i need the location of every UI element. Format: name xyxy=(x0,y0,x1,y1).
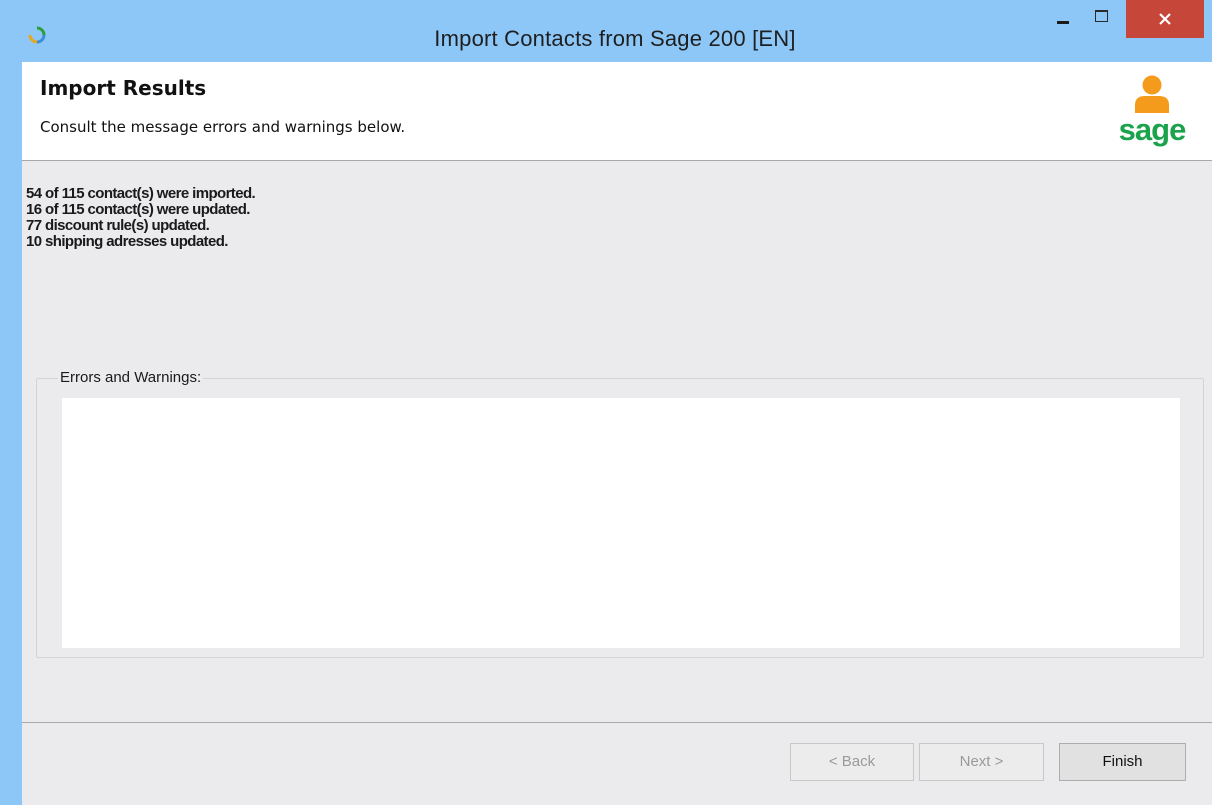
sage-logo-text: sage xyxy=(1118,112,1187,147)
maximize-icon xyxy=(1094,10,1108,22)
finish-button[interactable]: Finish xyxy=(1059,743,1186,781)
minimize-icon xyxy=(1057,20,1069,24)
summary-line-imported: 54 of 115 contact(s) were imported. xyxy=(26,185,256,202)
wizard-header: Import Results Consult the message error… xyxy=(22,62,1212,161)
title-bar[interactable]: Import Contacts from Sage 200 [EN] xyxy=(0,0,1212,62)
sage-person-icon xyxy=(1135,75,1169,113)
page-title: Import Results xyxy=(40,76,207,100)
errors-warnings-list[interactable] xyxy=(62,398,1180,648)
summary-line-shipping-addresses: 10 shipping adresses updated. xyxy=(26,233,228,250)
errors-warnings-label: Errors and Warnings: xyxy=(58,369,204,386)
maximize-button[interactable] xyxy=(1088,0,1114,36)
close-icon xyxy=(1159,13,1171,25)
summary-line-updated: 16 of 115 contact(s) were updated. xyxy=(26,201,250,218)
next-button[interactable]: Next > xyxy=(919,743,1044,781)
back-button[interactable]: < Back xyxy=(790,743,914,781)
sage-logo: sage xyxy=(1112,75,1192,155)
footer-separator xyxy=(22,722,1212,723)
summary-line-discount-rules: 77 discount rule(s) updated. xyxy=(26,217,210,234)
window-title: Import Contacts from Sage 200 [EN] xyxy=(434,26,796,51)
close-button[interactable] xyxy=(1126,0,1204,38)
import-wizard-window: Import Contacts from Sage 200 [EN] Impor… xyxy=(0,0,1212,805)
minimize-button[interactable] xyxy=(1051,0,1075,36)
wizard-client-area: Import Results Consult the message error… xyxy=(22,62,1212,805)
import-summary: 54 of 115 contact(s) were imported. 16 o… xyxy=(26,185,256,250)
page-subtitle: Consult the message errors and warnings … xyxy=(40,118,406,136)
